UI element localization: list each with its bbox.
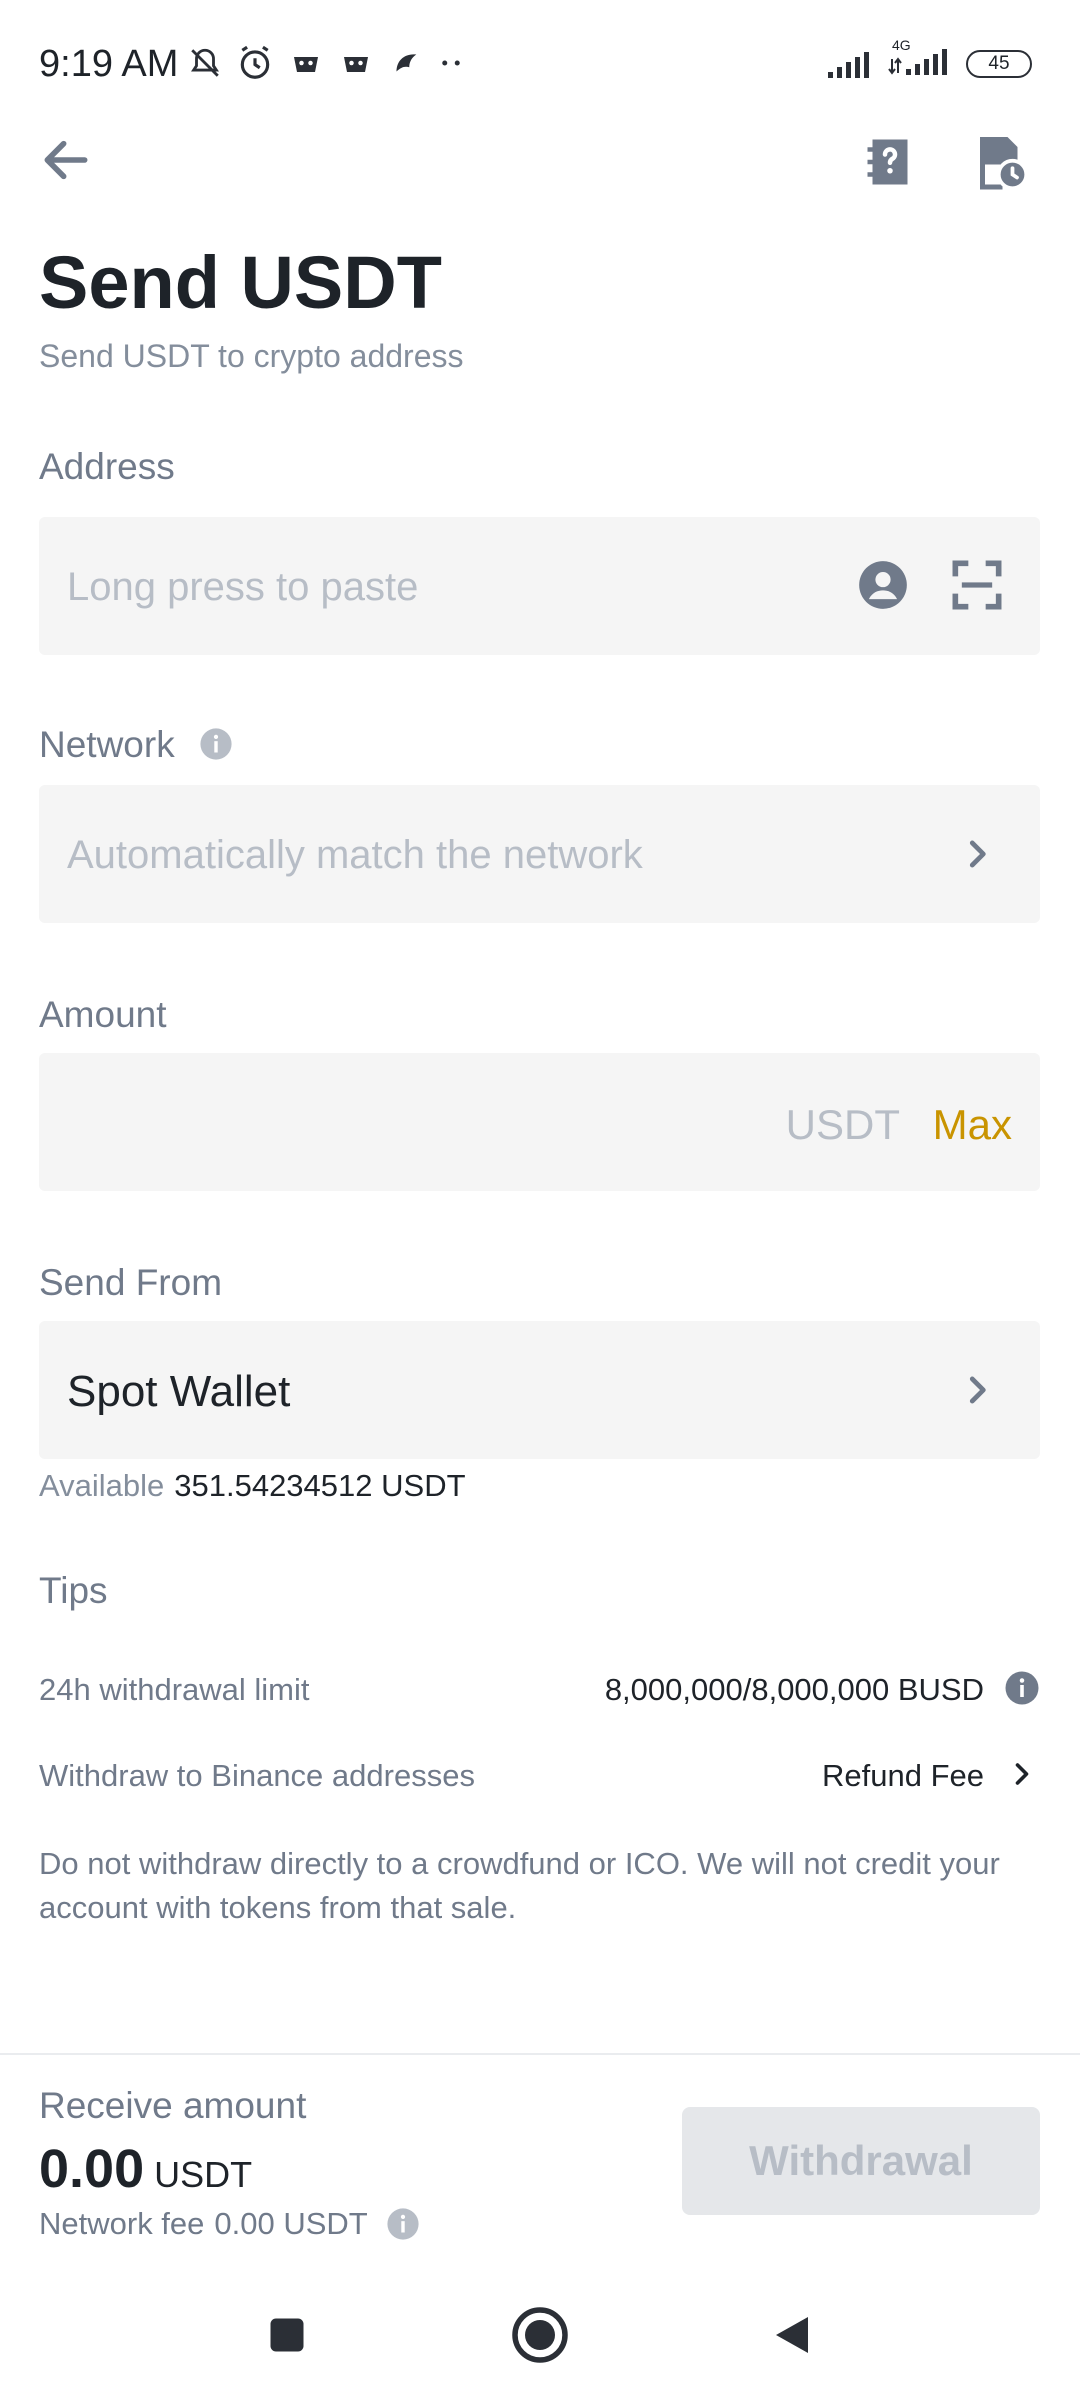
network-placeholder: Automatically match the network (67, 833, 643, 877)
network-selector[interactable]: Automatically match the network (39, 785, 1040, 923)
more-notifications-icon (442, 60, 460, 66)
battery-indicator: 45 (966, 49, 1032, 78)
chevron-right-icon (1015, 1763, 1029, 1785)
amount-label: Amount (39, 994, 167, 1035)
refund-fee-row[interactable]: Withdraw to Binance addresses Refund Fee (39, 1752, 1040, 1802)
notification-icons (188, 44, 466, 82)
history-button[interactable] (970, 132, 1030, 192)
amount-unit: USDT (785, 1101, 900, 1148)
available-balance: Available 351.54234512 USDT (39, 1468, 466, 1504)
page-title: Send USDT (39, 241, 442, 324)
status-time: 9:19 AM (39, 43, 179, 85)
address-placeholder: Long press to paste (67, 565, 419, 609)
network-label-text: Network (39, 724, 175, 765)
receive-amount-unit: USDT (154, 2154, 253, 2195)
chevron-right-icon (969, 840, 986, 868)
network-type: 4G (892, 37, 911, 53)
signal-4g: 4G (888, 37, 952, 82)
limit-label: 24h withdrawal limit (39, 1672, 310, 1707)
app-notification-icon (294, 57, 318, 72)
system-status: 4G 45 (826, 37, 1032, 82)
refund-fee-link[interactable]: Refund Fee (822, 1758, 984, 1794)
scan-icon[interactable] (951, 559, 1003, 611)
footer-divider (0, 2053, 1080, 2055)
network-label: Network (39, 724, 233, 766)
help-document-icon (867, 139, 908, 185)
square-icon (270, 2318, 304, 2352)
network-fee-value: 0.00 USDT (214, 2206, 368, 2241)
limit-value: 8,000,000/8,000,000 BUSD (604, 1672, 984, 1707)
app-notification-icon (396, 54, 417, 72)
back-button[interactable] (36, 130, 96, 190)
home-button[interactable] (505, 2300, 575, 2370)
network-fee: Network fee 0.00 USDT (39, 2206, 420, 2242)
max-button[interactable]: Max (933, 1101, 1012, 1149)
chevron-right-icon (969, 1376, 986, 1404)
amount-field[interactable]: USDT Max (39, 1053, 1040, 1191)
app-notification-icon (344, 57, 368, 72)
recent-apps-button[interactable] (252, 2300, 322, 2370)
receive-amount-value: 0.00 (39, 2139, 145, 2199)
withdrawal-button[interactable]: Withdrawal (682, 2107, 1040, 2215)
available-label: Available (39, 1468, 165, 1503)
page-subtitle: Send USDT to crypto address (39, 338, 464, 374)
alarm-icon (240, 45, 270, 79)
ico-disclaimer: Do not withdraw directly to a crowdfund … (39, 1846, 1000, 1925)
address-field[interactable]: Long press to paste (39, 517, 1040, 655)
tips-title: Tips (39, 1570, 108, 1611)
contact-icon[interactable] (857, 559, 909, 611)
available-value: 351.54234512 USDT (174, 1468, 466, 1503)
mute-bell-icon (191, 48, 219, 77)
network-fee-label: Network fee (39, 2206, 205, 2241)
info-icon[interactable] (386, 2207, 420, 2241)
triangle-back-icon (776, 2317, 808, 2353)
arrow-left-icon (44, 140, 88, 180)
home-circle-icon (512, 2307, 568, 2363)
wallet-selector[interactable]: Spot Wallet (39, 1321, 1040, 1459)
receive-amount: 0.00 USDT (39, 2138, 252, 2200)
info-icon[interactable] (199, 727, 233, 761)
history-icon (980, 137, 1029, 191)
withdrawal-limit-row: 24h withdrawal limit 8,000,000/8,000,000… (39, 1666, 1040, 1716)
back-nav-button[interactable] (757, 2300, 827, 2370)
wallet-name: Spot Wallet (67, 1367, 291, 1416)
faq-button[interactable] (860, 132, 920, 192)
system-navigation-bar (0, 2270, 1080, 2400)
send-from-label: Send From (39, 1262, 223, 1303)
binance-address-label: Withdraw to Binance addresses (39, 1758, 475, 1793)
status-bar: 9:19 AM 4G 45 (0, 0, 1080, 130)
address-label: Address (39, 446, 175, 487)
signal-icon (828, 51, 869, 78)
info-icon[interactable] (1004, 1670, 1040, 1706)
receive-amount-label: Receive amount (39, 2085, 307, 2126)
